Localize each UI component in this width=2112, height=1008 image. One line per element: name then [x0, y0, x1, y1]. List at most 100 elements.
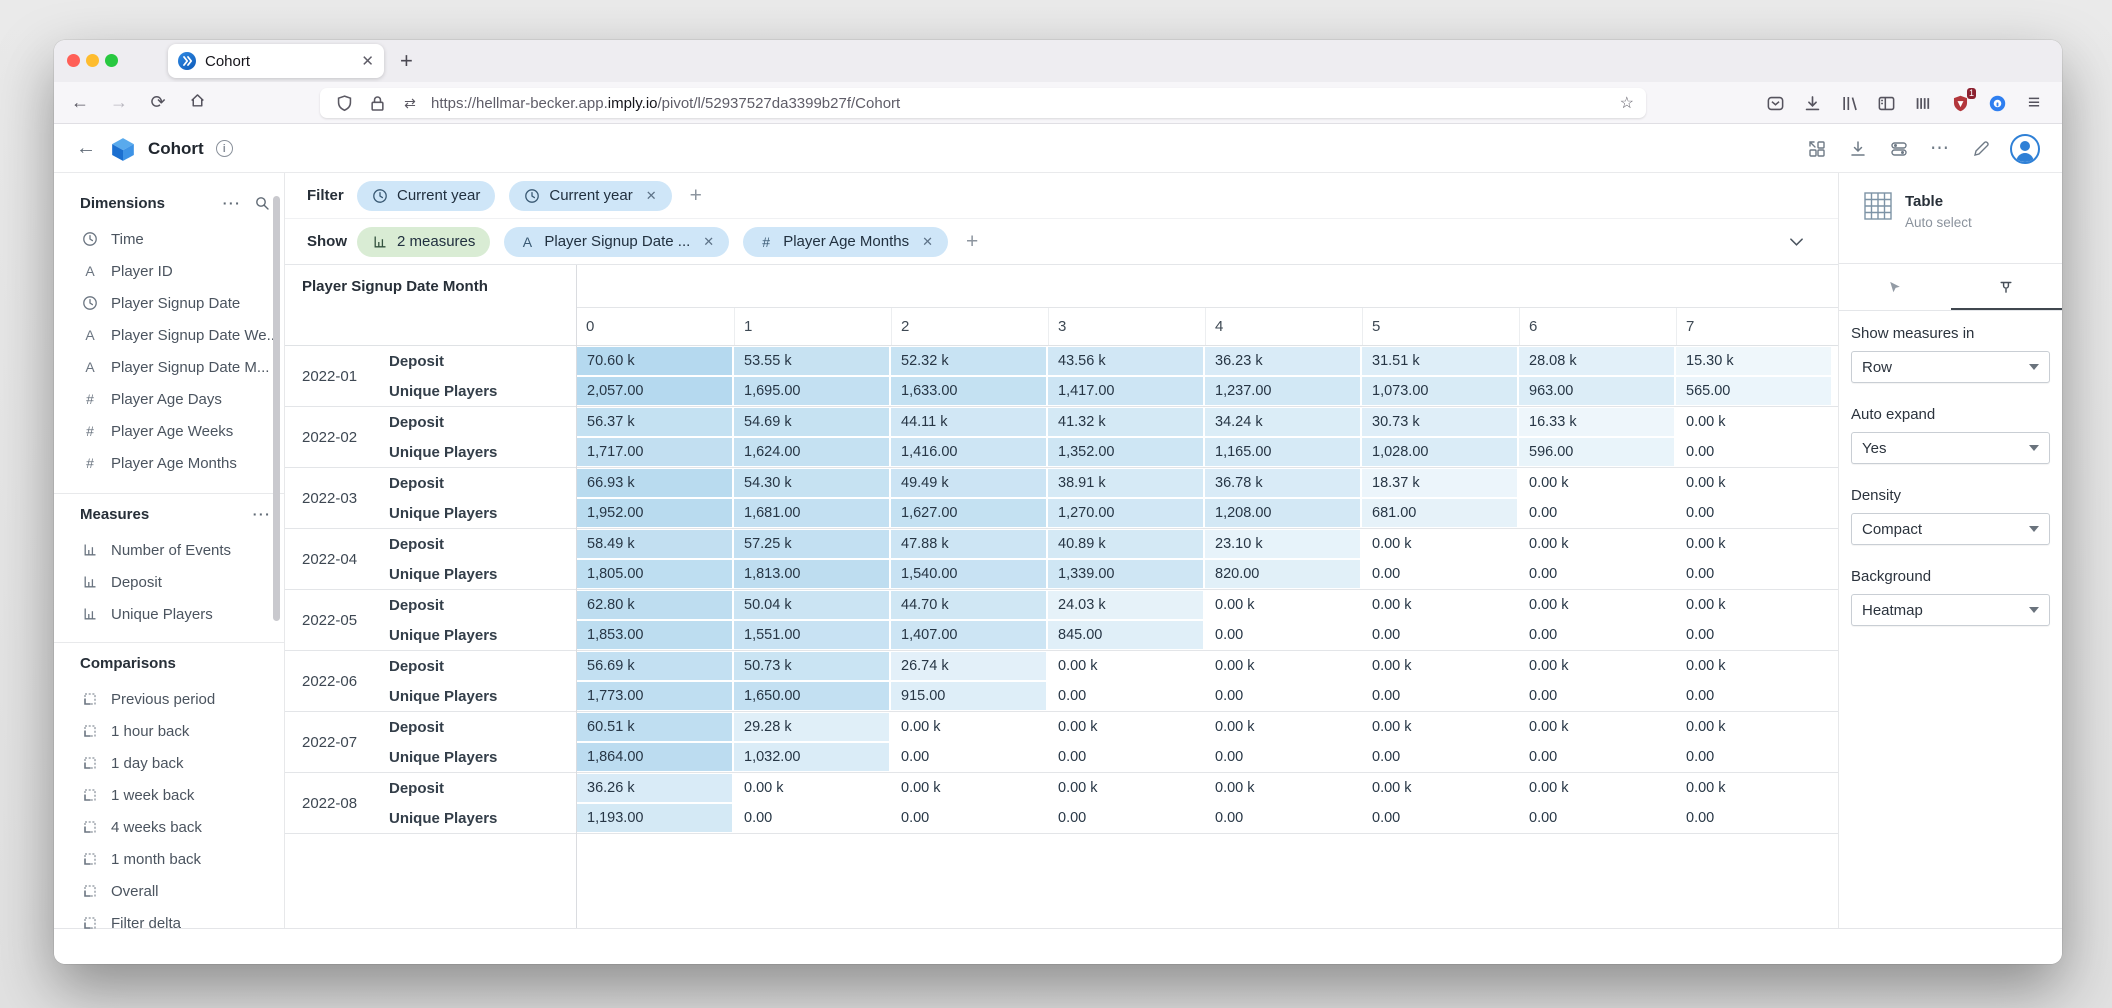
sidebar-item-1-hour-back[interactable]: 1 hour back [54, 715, 284, 747]
reload-icon[interactable]: ⟳ [146, 92, 170, 113]
column-header[interactable]: 0 [577, 308, 734, 345]
heatmap-cell[interactable]: 1,773.00 [576, 681, 733, 711]
more-icon[interactable]: ··· [224, 195, 240, 211]
heatmap-cell[interactable]: 596.00 [1518, 437, 1675, 467]
heatmap-cell[interactable]: 1,627.00 [890, 498, 1047, 528]
heatmap-cell[interactable]: 0.00 k [1675, 590, 1832, 620]
heatmap-cell[interactable]: 0.00 [1361, 742, 1518, 772]
measure-label[interactable]: Unique Players [385, 803, 576, 833]
pocket-icon[interactable] [1763, 91, 1787, 115]
heatmap-cell[interactable]: 0.00 k [1675, 468, 1832, 498]
measure-label[interactable]: Deposit [385, 529, 576, 559]
heatmap-cell[interactable]: 70.60 k [576, 346, 733, 376]
heatmap-cell[interactable]: 1,540.00 [890, 559, 1047, 589]
heatmap-cell[interactable]: 1,695.00 [733, 376, 890, 406]
column-header[interactable]: 5 [1362, 308, 1519, 345]
sidebar-item-1-day-back[interactable]: 1 day back [54, 747, 284, 779]
filter-pill[interactable]: Current year [357, 181, 495, 211]
row-group-label[interactable]: 2022-01 [285, 346, 385, 406]
filter-pill[interactable]: Current year✕ [509, 181, 671, 211]
heatmap-cell[interactable]: 0.00 [1518, 803, 1675, 833]
row-group-label[interactable]: 2022-02 [285, 407, 385, 467]
remove-pill-icon[interactable]: ✕ [922, 234, 933, 250]
heatmap-cell[interactable]: 0.00 k [1204, 590, 1361, 620]
remove-pill-icon[interactable]: ✕ [646, 188, 657, 204]
heatmap-cell[interactable]: 0.00 [1204, 742, 1361, 772]
heatmap-cell[interactable]: 0.00 [1675, 681, 1832, 711]
heatmap-cell[interactable]: 1,805.00 [576, 559, 733, 589]
heatmap-cell[interactable]: 0.00 k [1518, 773, 1675, 803]
menu-icon[interactable]: ≡ [2022, 91, 2046, 115]
row-group-label[interactable]: 2022-04 [285, 529, 385, 589]
close-window-button[interactable] [67, 54, 80, 67]
heatmap-cell[interactable]: 0.00 k [890, 773, 1047, 803]
sidebar-item-number-of-events[interactable]: Number of Events [54, 534, 284, 566]
sidebar-item-previous-period[interactable]: Previous period [54, 683, 284, 715]
extension-barcode-icon[interactable] [1911, 91, 1935, 115]
shield-icon[interactable] [332, 91, 356, 115]
heatmap-cell[interactable]: 0.00 k [1361, 773, 1518, 803]
heatmap-cell[interactable]: 0.00 k [1361, 712, 1518, 742]
measure-label[interactable]: Unique Players [385, 742, 576, 772]
heatmap-cell[interactable]: 26.74 k [890, 651, 1047, 681]
heatmap-cell[interactable]: 0.00 [890, 803, 1047, 833]
heatmap-cell[interactable]: 44.11 k [890, 407, 1047, 437]
column-header[interactable]: 6 [1519, 308, 1676, 345]
download-icon[interactable] [1846, 137, 1870, 161]
heatmap-cell[interactable]: 0.00 [1204, 803, 1361, 833]
heatmap-cell[interactable]: 1,717.00 [576, 437, 733, 467]
heatmap-cell[interactable]: 41.32 k [1047, 407, 1204, 437]
filter-pill[interactable]: 2 measures [357, 227, 490, 257]
heatmap-cell[interactable]: 0.00 [1047, 742, 1204, 772]
heatmap-cell[interactable]: 1,813.00 [733, 559, 890, 589]
heatmap-cell[interactable]: 0.00 [1361, 620, 1518, 650]
heatmap-cell[interactable]: 1,864.00 [576, 742, 733, 772]
heatmap-cell[interactable]: 1,193.00 [576, 803, 733, 833]
heatmap-cell[interactable]: 0.00 k [1361, 590, 1518, 620]
heatmap-cell[interactable]: 820.00 [1204, 559, 1361, 589]
measure-label[interactable]: Unique Players [385, 376, 576, 406]
column-header[interactable]: 7 [1676, 308, 1833, 345]
heatmap-cell[interactable]: 1,028.00 [1361, 437, 1518, 467]
heatmap-cell[interactable]: 0.00 [1675, 437, 1832, 467]
remove-pill-icon[interactable]: ✕ [703, 234, 714, 250]
sidebar-item-player-signup-date[interactable]: Player Signup Date [54, 287, 284, 319]
heatmap-cell[interactable]: 0.00 [1675, 498, 1832, 528]
heatmap-cell[interactable]: 31.51 k [1361, 346, 1518, 376]
heatmap-cell[interactable]: 1,624.00 [733, 437, 890, 467]
field-dropdown[interactable]: Yes [1851, 432, 2050, 464]
add-show-button[interactable]: + [966, 232, 978, 252]
heatmap-cell[interactable]: 50.04 k [733, 590, 890, 620]
row-group-label[interactable]: 2022-03 [285, 468, 385, 528]
heatmap-cell[interactable]: 0.00 k [1675, 651, 1832, 681]
heatmap-cell[interactable]: 1,270.00 [1047, 498, 1204, 528]
edit-pencil-icon[interactable] [1969, 137, 1993, 161]
heatmap-cell[interactable]: 0.00 [1518, 742, 1675, 772]
heatmap-cell[interactable]: 0.00 k [733, 773, 890, 803]
heatmap-cell[interactable]: 0.00 k [1204, 712, 1361, 742]
sidebar-item-filter-delta[interactable]: Filter delta [54, 907, 284, 939]
heatmap-cell[interactable]: 1,073.00 [1361, 376, 1518, 406]
heatmap-cell[interactable]: 0.00 [1518, 559, 1675, 589]
measure-label[interactable]: Deposit [385, 346, 576, 376]
heatmap-cell[interactable]: 40.89 k [1047, 529, 1204, 559]
heatmap-cell[interactable]: 0.00 k [890, 712, 1047, 742]
heatmap-cell[interactable]: 0.00 k [1518, 468, 1675, 498]
column-header[interactable]: 2 [891, 308, 1048, 345]
permissions-icon[interactable]: ⇄ [398, 91, 422, 115]
measure-label[interactable]: Deposit [385, 590, 576, 620]
add-to-dashboard-icon[interactable] [1805, 137, 1829, 161]
lock-icon[interactable] [365, 91, 389, 115]
heatmap-cell[interactable]: 34.24 k [1204, 407, 1361, 437]
heatmap-cell[interactable]: 0.00 [733, 803, 890, 833]
heatmap-cell[interactable]: 0.00 k [1518, 712, 1675, 742]
heatmap-cell[interactable]: 15.30 k [1675, 346, 1832, 376]
sidebar-item-unique-players[interactable]: Unique Players [54, 598, 284, 630]
heatmap-cell[interactable]: 1,032.00 [733, 742, 890, 772]
measure-label[interactable]: Unique Players [385, 620, 576, 650]
new-tab-button[interactable]: + [400, 49, 413, 73]
heatmap-cell[interactable]: 36.23 k [1204, 346, 1361, 376]
heatmap-cell[interactable]: 845.00 [1047, 620, 1204, 650]
field-dropdown[interactable]: Compact [1851, 513, 2050, 545]
measure-label[interactable]: Deposit [385, 773, 576, 803]
